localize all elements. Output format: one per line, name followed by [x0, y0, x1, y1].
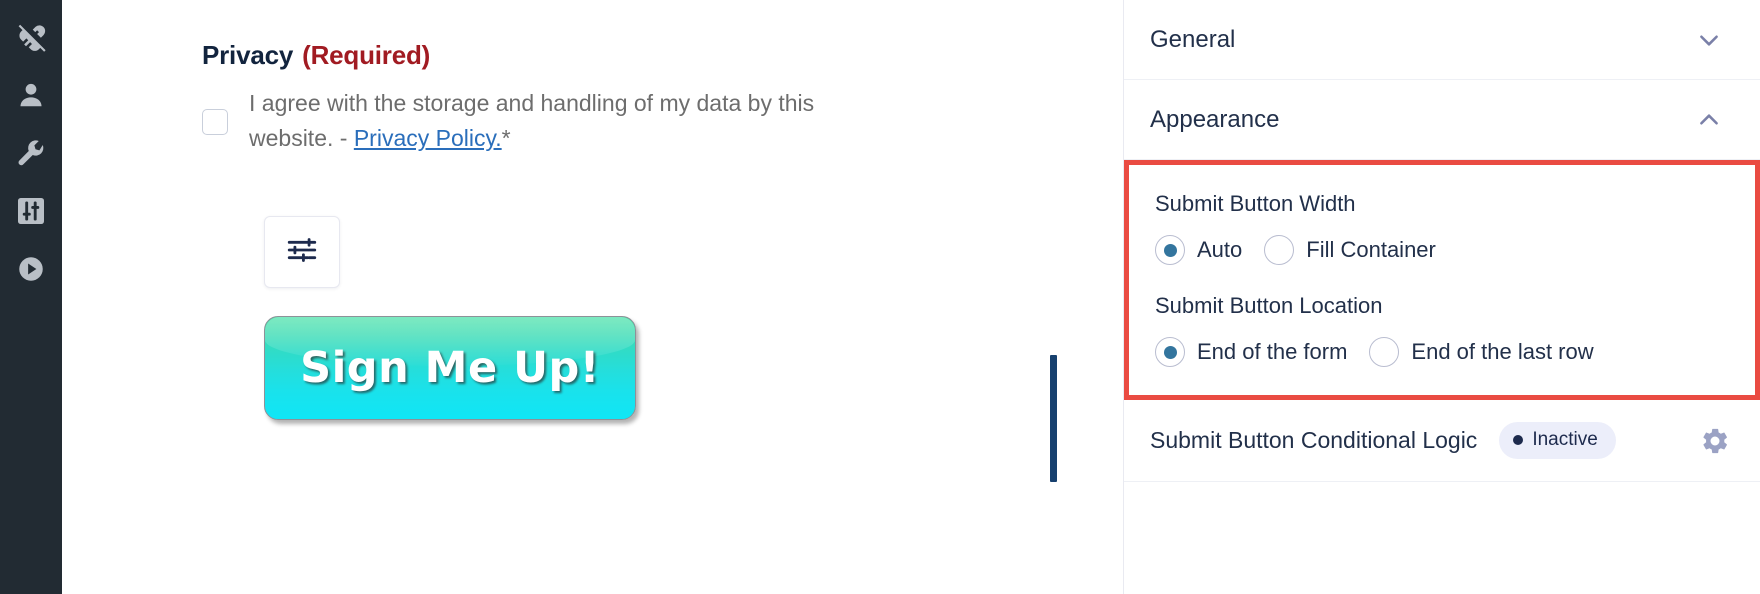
rail-item-wrench[interactable]: [0, 124, 62, 182]
gear-icon[interactable]: [1700, 426, 1730, 456]
submit-button-conditional-logic-row[interactable]: Submit Button Conditional Logic Inactive: [1124, 400, 1760, 482]
conditional-logic-label: Submit Button Conditional Logic: [1150, 427, 1478, 453]
radio-end-of-last-row-label: End of the last row: [1411, 339, 1594, 364]
user-icon: [16, 80, 46, 110]
submit-button-location-radio-group: End of the form End of the last row: [1155, 337, 1729, 367]
radio-auto-dot: [1163, 243, 1177, 257]
page-title: Privacy (Required): [202, 40, 430, 71]
play-circle-icon: [16, 254, 46, 284]
radio-end-of-form[interactable]: [1155, 337, 1185, 367]
chevron-down-icon[interactable]: [1696, 27, 1722, 53]
status-badge: Inactive: [1499, 422, 1616, 459]
radio-option-fill-container[interactable]: Fill Container: [1264, 235, 1436, 265]
rail-item-play-circle[interactable]: [0, 240, 62, 298]
radio-fill-container-label: Fill Container: [1306, 237, 1436, 262]
radio-option-end-of-last-row[interactable]: End of the last row: [1369, 337, 1594, 367]
sliders-adjust-icon: [285, 233, 319, 272]
rail-item-plug-disconnected[interactable]: [0, 8, 62, 66]
submit-button-location-label: Submit Button Location: [1155, 293, 1383, 318]
settings-panel: General Appearance Submit Button Width A…: [1123, 0, 1760, 594]
radio-auto[interactable]: [1155, 235, 1185, 265]
text-cursor-caret: [1050, 355, 1057, 482]
consent-required-star: *: [501, 125, 511, 151]
radio-fill-container[interactable]: [1264, 235, 1295, 265]
status-badge-label: Inactive: [1532, 429, 1598, 450]
radio-end-of-form-label: End of the form: [1197, 339, 1348, 364]
rail-item-user[interactable]: [0, 66, 62, 124]
privacy-policy-link[interactable]: Privacy Policy.: [354, 125, 502, 151]
accordion-section-appearance[interactable]: Appearance: [1124, 80, 1760, 160]
consent-text-body: I agree with the storage and handling of…: [249, 90, 815, 151]
consent-checkbox[interactable]: [202, 109, 228, 135]
wrench-icon: [16, 138, 46, 168]
submit-button-width-label: Submit Button Width: [1155, 191, 1356, 216]
field-label-text: Privacy: [202, 40, 294, 70]
accordion-section-general[interactable]: General: [1124, 0, 1760, 80]
left-icon-rail: [0, 0, 62, 594]
submit-button-preview[interactable]: Sign Me Up!: [264, 316, 636, 420]
consent-label: I agree with the storage and handling of…: [249, 86, 882, 156]
radio-end-of-form-dot: [1163, 345, 1177, 359]
accordion-title-general: General: [1150, 25, 1236, 53]
form-canvas: Privacy (Required) I agree with the stora…: [62, 0, 1123, 594]
radio-auto-label: Auto: [1197, 237, 1243, 262]
plug-disconnected-icon: [16, 22, 46, 52]
field-settings-button[interactable]: [264, 216, 340, 288]
submit-button-label: Sign Me Up!: [300, 343, 600, 393]
required-tag: (Required): [302, 40, 431, 70]
rail-item-sliders[interactable]: [0, 182, 62, 240]
radio-option-end-of-form[interactable]: End of the form: [1155, 337, 1347, 367]
accordion-title-appearance: Appearance: [1150, 105, 1280, 133]
app-window: Privacy (Required) I agree with the stora…: [0, 0, 1760, 594]
chevron-up-icon[interactable]: [1696, 107, 1722, 133]
appearance-settings-highlight: Submit Button Width Auto Fill Container …: [1124, 160, 1760, 400]
status-dot-icon: [1513, 435, 1524, 445]
radio-end-of-last-row[interactable]: [1369, 337, 1400, 367]
submit-button-width-radio-group: Auto Fill Container: [1155, 235, 1729, 265]
consent-field: I agree with the storage and handling of…: [202, 86, 882, 156]
radio-option-auto[interactable]: Auto: [1155, 235, 1242, 265]
sliders-icon: [16, 196, 46, 226]
